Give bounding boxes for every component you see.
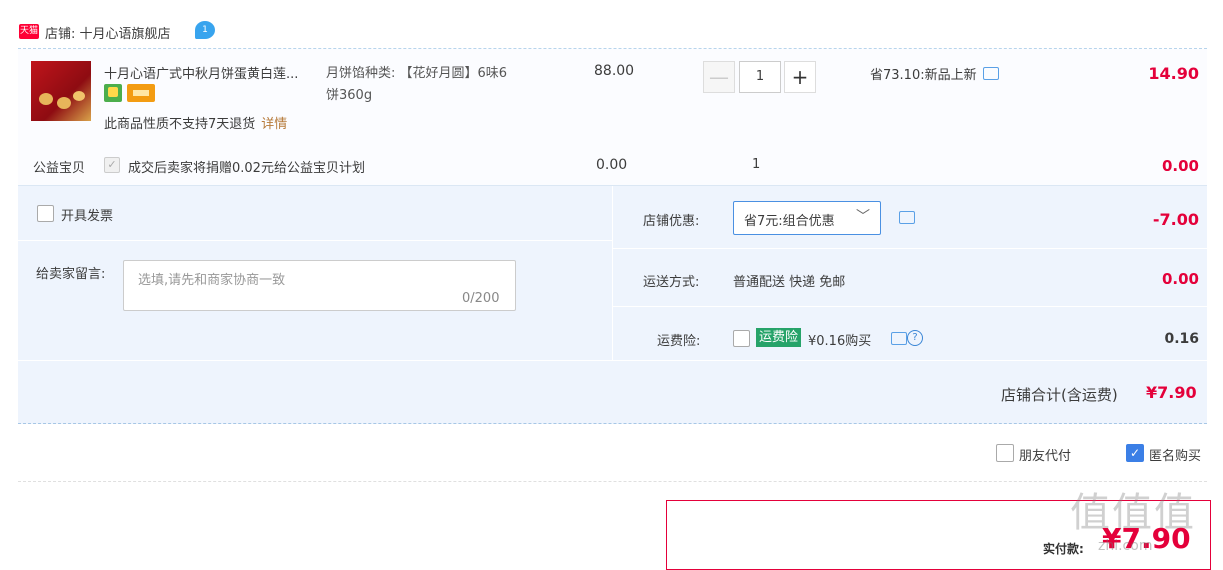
- service-badge-icon: [104, 84, 122, 102]
- shipping-method: 普通配送 快递 免邮: [733, 275, 846, 290]
- promotion-info: 省73.10:新品上新: [870, 64, 999, 83]
- tmall-logo: 天猫: [19, 24, 39, 39]
- message-icon[interactable]: [982, 67, 999, 80]
- quantity-input[interactable]: 1: [739, 61, 781, 93]
- increase-button[interactable]: +: [784, 61, 816, 93]
- detail-link[interactable]: 详情: [261, 117, 287, 132]
- message-icon[interactable]: [899, 211, 915, 224]
- shipping-amount: 0.00: [1161, 270, 1199, 288]
- sku-line: 饼360g: [326, 88, 373, 103]
- friend-pay-label[interactable]: 朋友代付: [1019, 445, 1071, 464]
- discount-amount: -7.00: [1152, 210, 1199, 229]
- promotion-text: 省73.10:新品上新: [870, 68, 977, 83]
- shop-name[interactable]: 店铺: 十月心语旗舰店: [45, 23, 171, 42]
- no-return-text: 此商品性质不支持7天退货: [104, 117, 256, 132]
- insurance-price: ¥0.16购买: [808, 334, 872, 349]
- sku-info: 月饼馅种类: 【花好月圆】6味6 饼360g: [326, 63, 541, 107]
- charity-checkbox: ✓: [104, 157, 120, 173]
- help-icon[interactable]: ?: [907, 330, 923, 346]
- divider: [18, 481, 1207, 482]
- divider: [613, 248, 1207, 249]
- message-char-count: 0/200: [462, 291, 500, 306]
- card-badge-icon: [127, 84, 155, 102]
- insurance-label: 运费险:: [657, 334, 701, 349]
- shipping-label: 运送方式:: [643, 275, 700, 290]
- invoice-checkbox[interactable]: [37, 205, 54, 222]
- watermark-text: zhi.com: [1098, 538, 1153, 554]
- decrease-button[interactable]: —: [703, 61, 735, 93]
- charity-subtotal: 0.00: [1161, 157, 1199, 175]
- shop-discount-label: 店铺优惠:: [643, 214, 700, 229]
- pay-label: 实付款:: [1043, 542, 1084, 556]
- chevron-down-icon[interactable]: ﹀: [856, 206, 870, 226]
- message-icon[interactable]: [891, 332, 907, 345]
- insurance-checkbox[interactable]: [733, 330, 750, 347]
- anonymous-checkbox[interactable]: ✓: [1126, 444, 1144, 462]
- message-placeholder: 选填,请先和商家协商一致: [138, 273, 286, 288]
- divider: [612, 186, 613, 360]
- charity-label: 公益宝贝: [33, 161, 86, 176]
- shop-total-label: 店铺合计(含运费): [1001, 386, 1118, 404]
- product-title[interactable]: 十月心语广式中秋月饼蛋黄白莲...: [104, 63, 319, 82]
- charity-price: 0.00: [596, 157, 628, 173]
- divider: [613, 306, 1207, 307]
- message-label: 给卖家留言:: [36, 267, 106, 282]
- insurance-amount: 0.16: [1164, 331, 1199, 347]
- charity-text: 成交后卖家将捐赠0.02元给公益宝贝计划: [128, 161, 365, 176]
- friend-pay-checkbox[interactable]: [996, 444, 1014, 462]
- shop-discount-value[interactable]: 省7元:组合优惠: [744, 210, 835, 229]
- anonymous-label[interactable]: 匿名购买: [1149, 445, 1201, 464]
- unit-price: 88.00: [594, 63, 635, 79]
- chat-icon[interactable]: 1: [195, 21, 215, 39]
- insurance-tag: 运费险: [756, 328, 802, 347]
- shop-total-amount: ¥7.90: [1146, 383, 1197, 402]
- sku-line: 月饼馅种类: 【花好月圆】6味6: [326, 66, 508, 81]
- divider: [18, 240, 612, 241]
- charity-qty: 1: [752, 157, 761, 172]
- divider: [18, 360, 1207, 361]
- invoice-label[interactable]: 开具发票: [61, 205, 113, 224]
- no-return-notice: 此商品性质不支持7天退货 详情: [104, 113, 287, 132]
- product-thumbnail[interactable]: [31, 61, 91, 121]
- item-subtotal: 14.90: [1148, 64, 1199, 83]
